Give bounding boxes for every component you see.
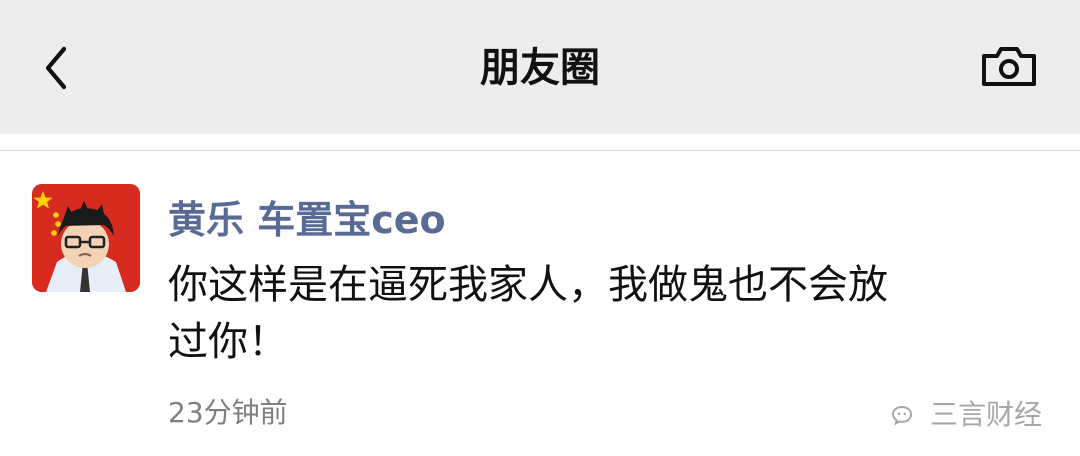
post-content: 你这样是在逼死我家人，我做鬼也不会放 过你！ (168, 257, 1024, 371)
post-username[interactable]: 黄乐 车置宝ceo (168, 194, 446, 246)
watermark: 三言财经 (890, 397, 1042, 433)
post-content-line: 你这样是在逼死我家人，我做鬼也不会放 (168, 262, 888, 308)
moment-post: 黄乐 车置宝ceo 你这样是在逼死我家人，我做鬼也不会放 过你！ 23分钟前 三… (0, 151, 1080, 456)
avatar-image (32, 184, 140, 292)
chevron-left-icon (45, 46, 67, 90)
back-button[interactable] (22, 30, 92, 106)
page-title: 朋友圈 (480, 45, 600, 91)
camera-icon (982, 47, 1036, 86)
watermark-label: 三言财经 (929, 398, 1042, 431)
camera-button[interactable] (974, 36, 1044, 96)
top-bar: 朋友圈 (0, 0, 1080, 134)
wechat-icon (890, 401, 918, 429)
post-content-line: 过你！ (168, 319, 288, 365)
avatar[interactable] (32, 184, 140, 292)
post-timestamp: 23分钟前 (168, 396, 288, 429)
